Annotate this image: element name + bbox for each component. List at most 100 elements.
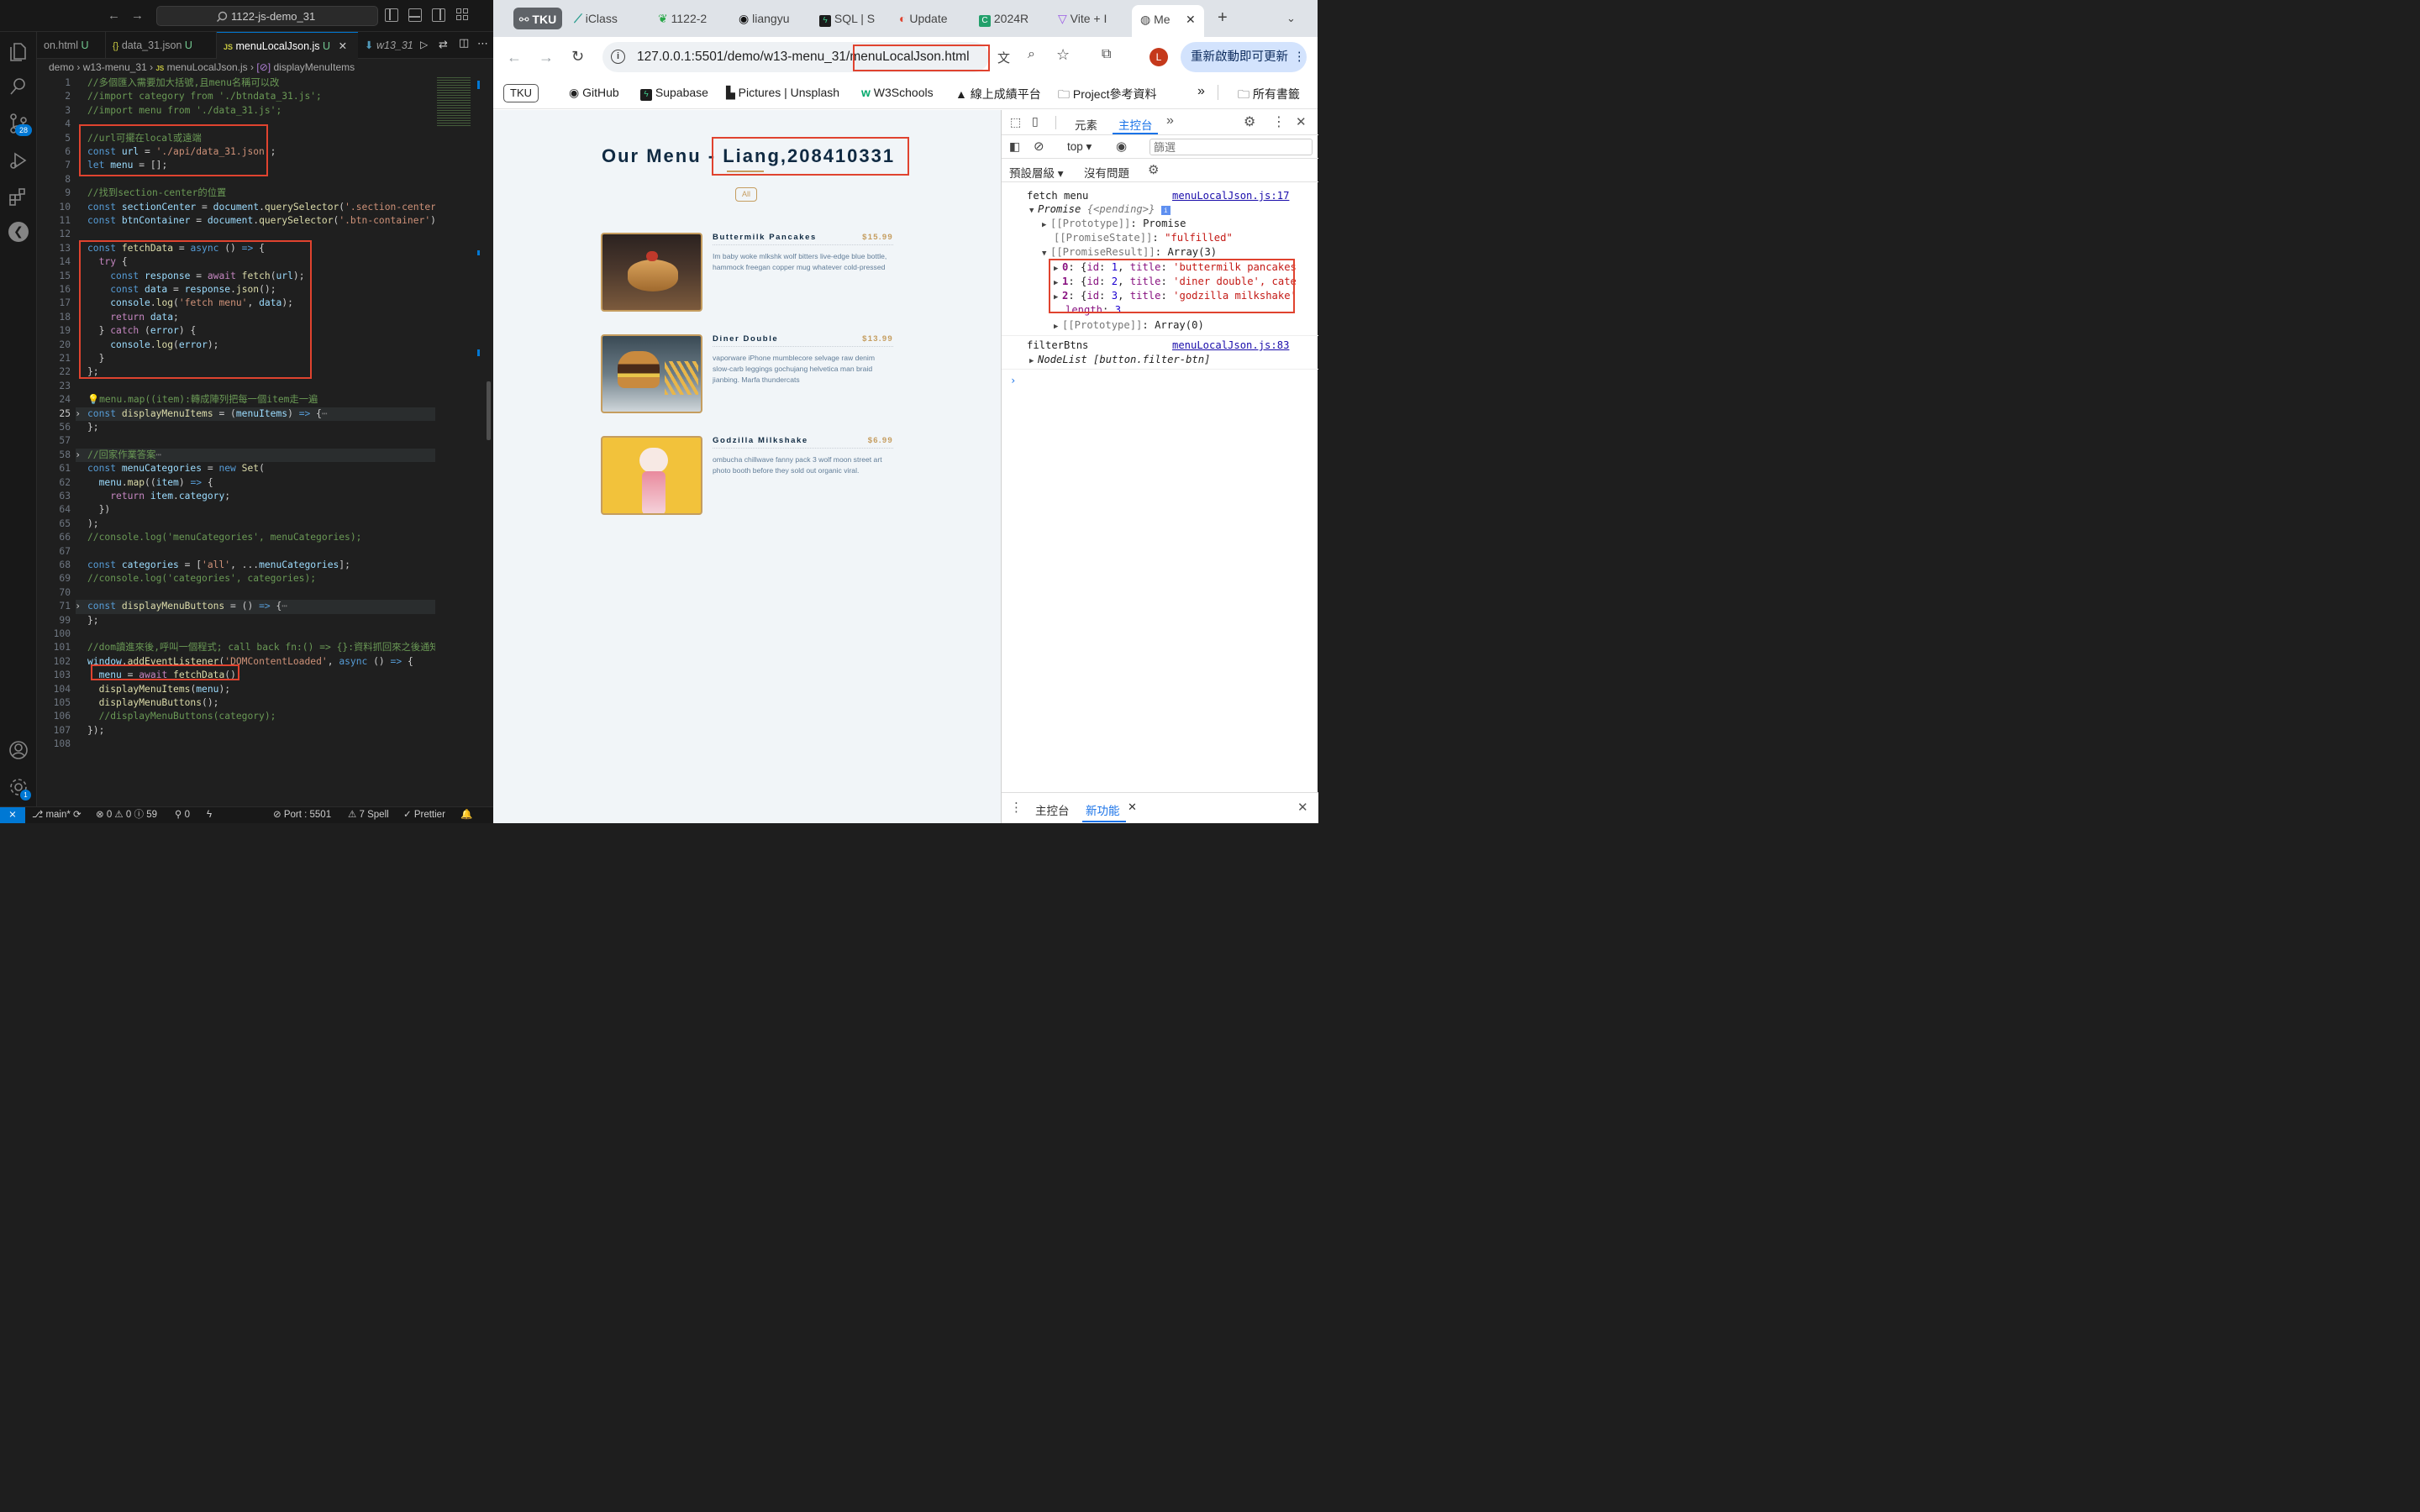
code-line[interactable]: }: [87, 352, 105, 365]
code-line[interactable]: };: [87, 365, 99, 379]
bookmark-star-icon[interactable]: ☆: [1056, 46, 1070, 64]
close-drawer-icon[interactable]: ✕: [1297, 800, 1308, 815]
code-line[interactable]: };: [87, 421, 99, 434]
tab-tku[interactable]: ⚯ TKU: [513, 8, 562, 29]
console-filter-input[interactable]: [1150, 139, 1313, 155]
log-levels-dropdown[interactable]: 預設層級 ▾: [1009, 164, 1064, 181]
console-settings-gear-icon[interactable]: ⚙: [1148, 162, 1159, 177]
code-line[interactable]: const displayMenuItems = (menuItems) => …: [87, 407, 328, 421]
code-line[interactable]: const response = await fetch(url);: [87, 270, 304, 283]
code-line[interactable]: const categories = ['all', ...menuCatego…: [87, 559, 350, 572]
tab-1122[interactable]: ❦ 1122-2: [658, 7, 717, 30]
fold-chevron-icon[interactable]: ›: [72, 407, 81, 421]
log-source-link[interactable]: menuLocalJson.js:17: [1172, 189, 1289, 203]
tab-elements[interactable]: 元素: [1075, 116, 1097, 133]
breadcrumb-item[interactable]: demo: [49, 61, 74, 73]
more-tabs-chevron-icon[interactable]: »: [1166, 113, 1174, 129]
tab-search-chevron-icon[interactable]: ⌄: [1286, 12, 1296, 25]
extensions-puzzle-icon[interactable]: ⧉: [1102, 47, 1111, 62]
tab-html[interactable]: on.html U: [37, 32, 106, 59]
bookmark-project-folder[interactable]: 🗀 Project參考資料: [1058, 86, 1156, 106]
code-line[interactable]: //找到section-center的位置: [87, 186, 226, 200]
lightning-icon[interactable]: ϟ: [207, 807, 212, 823]
omnibox[interactable]: i 127.0.0.1:5501/demo/w13-menu_31/menuLo…: [602, 42, 989, 72]
array-entry-row[interactable]: ▶ 0: {id: 1, title: 'buttermilk pancakes: [1054, 260, 1297, 275]
problems-status[interactable]: ⊗ 0 ⚠ 0 ⓘ 59: [96, 807, 157, 823]
code-line[interactable]: const displayMenuButtons = () => {⋯: [87, 600, 287, 613]
scrollbar-thumb[interactable]: [487, 381, 491, 440]
code-line[interactable]: //console.log('menuCategories', menuCate…: [87, 531, 361, 544]
array-entry-row[interactable]: ▶ 1: {id: 2, title: 'diner double', cate: [1054, 275, 1297, 289]
code-line[interactable]: };: [87, 614, 99, 627]
code-line[interactable]: //import category from './btndata_31.js'…: [87, 90, 322, 103]
info-icon[interactable]: i: [1160, 206, 1171, 215]
code-line[interactable]: return item.category;: [87, 490, 230, 503]
log-source-link[interactable]: menuLocalJson.js:83: [1172, 339, 1289, 353]
code-line[interactable]: const fetchData = async () => {: [87, 242, 265, 255]
code-line[interactable]: //displayMenuButtons(category);: [87, 710, 276, 723]
close-devtools-icon[interactable]: ✕: [1296, 114, 1307, 129]
code-line[interactable]: let menu = [];: [87, 159, 167, 172]
code-line[interactable]: const btnContainer = document.querySelec…: [87, 214, 435, 228]
compare-changes-icon[interactable]: ⇄: [439, 38, 448, 51]
bookmark-w3schools[interactable]: w W3Schools: [861, 86, 934, 99]
search-icon[interactable]: [8, 76, 29, 97]
code-line[interactable]: displayMenuItems(menu);: [87, 683, 230, 696]
code-editor[interactable]: 1 //多個匯入需要加大括號,且menu名稱可以改 2 //import catego…: [37, 76, 435, 806]
tab-iclass[interactable]: ⟋ iClass: [574, 7, 646, 30]
run-debug-icon[interactable]: [8, 150, 29, 171]
code-line[interactable]: const data = response.json();: [87, 283, 276, 297]
code-line[interactable]: });: [87, 724, 104, 738]
forward-arrow-icon[interactable]: →: [131, 8, 144, 23]
bookmark-grades[interactable]: ▲ 線上成績平台: [955, 86, 1041, 102]
close-drawer-tab-icon[interactable]: ✕: [1128, 801, 1137, 814]
code-line[interactable]: //url可擺在local或遠端: [87, 132, 202, 145]
live-server-port[interactable]: ⊘ Port : 5501: [273, 807, 331, 823]
code-line[interactable]: //dom讀進來後,呼叫一個程式; call back fn:() => {}:…: [87, 641, 435, 654]
breadcrumb-item[interactable]: menuLocalJson.js: [167, 61, 248, 73]
code-line[interactable]: const menuCategories = new Set(: [87, 462, 265, 475]
kebab-menu-icon[interactable]: ⋮: [1272, 113, 1286, 130]
code-line[interactable]: return data;: [87, 311, 179, 324]
fold-chevron-icon[interactable]: ›: [72, 449, 81, 462]
breadcrumb-item[interactable]: w13-menu_31: [83, 61, 147, 73]
code-line[interactable]: try {: [87, 255, 128, 269]
console-prompt-chevron-icon[interactable]: ›: [1010, 374, 1016, 388]
code-line[interactable]: } catch (error) {: [87, 324, 197, 338]
bookmark-supabase[interactable]: ϟ Supabase: [640, 86, 708, 101]
live-expression-eye-icon[interactable]: ◉: [1116, 139, 1127, 154]
tab-data-json[interactable]: {} data_31.json U: [106, 32, 217, 59]
extensions-icon[interactable]: [8, 186, 29, 208]
code-line[interactable]: window.addEventListener('DOMContentLoade…: [87, 655, 413, 669]
all-bookmarks[interactable]: 🗀 所有書籤: [1238, 86, 1300, 106]
bookmark-unsplash[interactable]: ▙ Pictures | Unsplash: [726, 86, 839, 100]
device-toolbar-icon[interactable]: ▯: [1032, 114, 1039, 129]
code-line[interactable]: menu.map((item) => {: [87, 476, 213, 490]
code-line[interactable]: console.log('fetch menu', data);: [87, 297, 293, 310]
context-selector[interactable]: top ▾: [1067, 140, 1092, 154]
forward-arrow-icon[interactable]: →: [539, 49, 554, 66]
code-line[interactable]: //回家作業答案⋯: [87, 449, 161, 462]
code-line[interactable]: console.log(error);: [87, 339, 218, 352]
code-line[interactable]: //import menu from './data_31.js';: [87, 104, 281, 118]
code-line[interactable]: displayMenuButtons();: [87, 696, 219, 710]
site-info-icon[interactable]: i: [611, 50, 625, 64]
account-icon[interactable]: [8, 739, 29, 761]
update-button[interactable]: 重新啟動即可更新 ⋮: [1181, 42, 1307, 72]
more-actions-icon[interactable]: ⋯: [477, 37, 488, 50]
issues-indicator[interactable]: 沒有問題: [1084, 164, 1129, 181]
customize-layout-icon[interactable]: [456, 8, 470, 22]
code-line[interactable]: const url = './api/data_31.json';: [87, 145, 276, 159]
reload-icon[interactable]: ↻: [571, 48, 584, 66]
run-icon[interactable]: ▷: [420, 39, 428, 50]
more-bookmarks-chevron-icon[interactable]: »: [1197, 84, 1205, 99]
tab-console[interactable]: 主控台: [1118, 116, 1153, 133]
branch-status[interactable]: ⎇ main* ⟳: [32, 807, 82, 823]
prettier-status[interactable]: ✓ Prettier: [403, 807, 445, 823]
command-center-search[interactable]: 1122-js-demo_31: [156, 6, 378, 26]
inspect-element-icon[interactable]: ⬚: [1010, 115, 1021, 129]
translate-icon[interactable]: 文: [997, 49, 1010, 66]
new-tab-icon[interactable]: +: [1218, 8, 1228, 28]
tab-github-liangyu[interactable]: ◉ liangyu: [739, 7, 799, 30]
ports-status[interactable]: ⚲ 0: [175, 807, 190, 823]
